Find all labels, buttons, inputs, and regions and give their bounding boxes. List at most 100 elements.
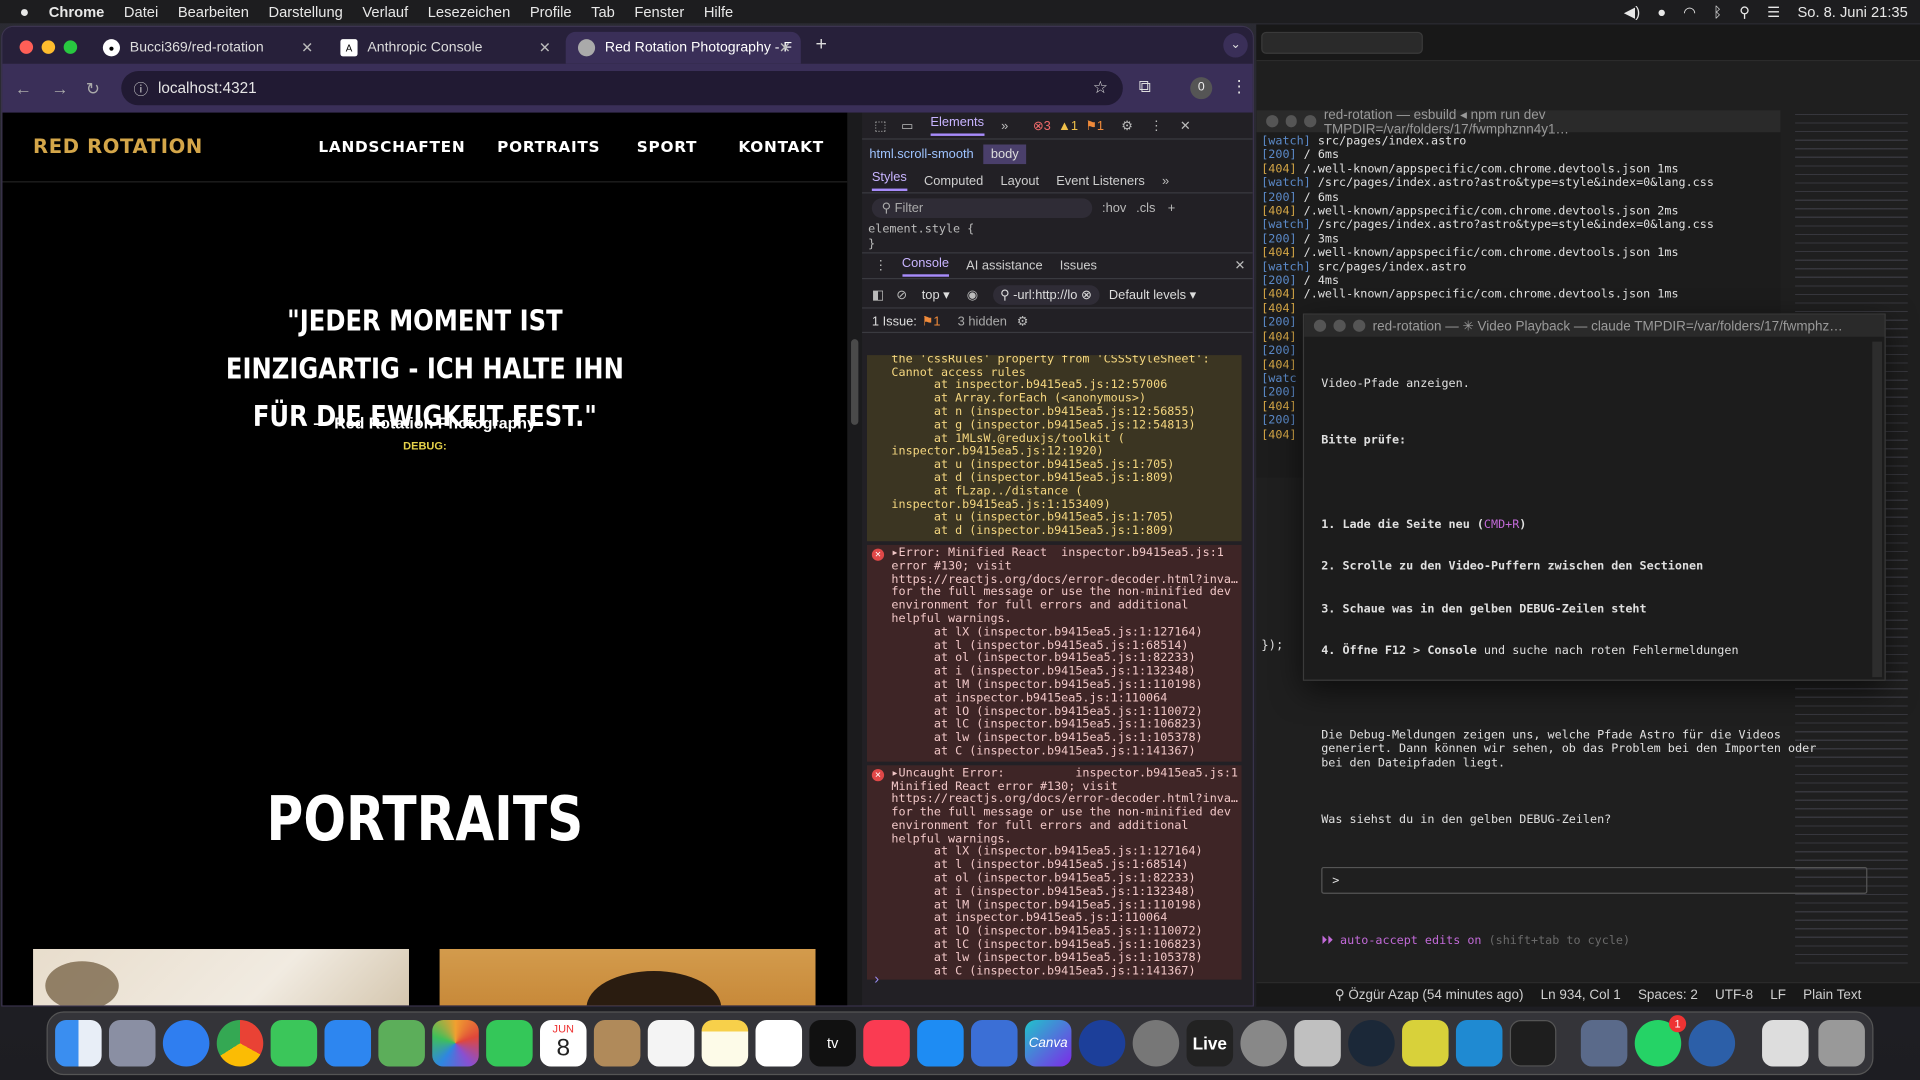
disk-utility-icon[interactable] <box>1132 1020 1180 1067</box>
hov-toggle[interactable]: :hov <box>1102 201 1126 216</box>
console-error-1[interactable]: ✕ ▸Error: Minified React inspector.b9415e… <box>866 544 1242 762</box>
photos-icon[interactable] <box>432 1020 479 1067</box>
site-info-icon[interactable]: ⓘ <box>133 78 148 99</box>
issues-label[interactable]: 1 Issue: <box>872 314 917 329</box>
claude-prompt-input[interactable]: > <box>1321 866 1868 894</box>
portrait-image-2[interactable] <box>439 948 816 1006</box>
console-prompt[interactable]: › <box>874 970 879 987</box>
context-select[interactable]: top ▾ <box>922 287 950 302</box>
user-icon[interactable]: ● <box>1657 3 1666 20</box>
bookmark-star-icon[interactable]: ☆ <box>1093 77 1108 98</box>
menu-datei[interactable]: Datei <box>124 3 158 20</box>
finder-icon[interactable] <box>55 1020 102 1067</box>
bluetooth-icon[interactable]: ᛒ <box>1713 3 1722 20</box>
menu-fenster[interactable]: Fenster <box>634 3 684 20</box>
console-settings-icon[interactable]: ⚙ <box>1017 314 1029 329</box>
new-rule-icon[interactable]: + <box>1168 201 1176 216</box>
menu-app-chrome[interactable]: Chrome <box>49 3 105 20</box>
tab-console[interactable]: Console <box>901 255 950 277</box>
settings-gear-icon[interactable]: ⚙ <box>1121 118 1133 133</box>
status-position[interactable]: Ln 934, Col 1 <box>1541 988 1621 1003</box>
menu-hilfe[interactable]: Hilfe <box>704 3 733 20</box>
console-warning[interactable]: stylesheet rules: SecurityError: Failed … <box>866 355 1242 542</box>
menubar-clock[interactable]: So. 8. Juni 21:35 <box>1797 3 1907 20</box>
tab-event-listeners[interactable]: Event Listeners <box>1056 173 1145 188</box>
more-tabs-icon[interactable]: » <box>1001 118 1008 133</box>
tab-styles[interactable]: Styles <box>871 170 907 192</box>
close-window-button[interactable] <box>19 40 34 54</box>
error-count[interactable]: ⊗3 <box>1033 118 1051 133</box>
close-drawer-icon[interactable]: ✕ <box>1235 258 1246 273</box>
nav-sport[interactable]: SPORT <box>637 137 697 155</box>
minimize-window-button[interactable] <box>41 40 56 54</box>
steam-icon[interactable] <box>1348 1020 1395 1067</box>
status-spaces[interactable]: Spaces: 2 <box>1638 988 1698 1003</box>
system-settings-icon[interactable] <box>1240 1020 1287 1067</box>
live-expression-icon[interactable]: ◉ <box>967 287 978 302</box>
issue-count[interactable]: ⚑1 <box>1085 118 1104 133</box>
tab-search-button[interactable]: ⌄ <box>1223 33 1248 58</box>
editor-search-box[interactable] <box>1261 31 1423 54</box>
cyberduck-icon[interactable] <box>1402 1020 1449 1067</box>
back-icon[interactable]: ← <box>15 78 32 98</box>
inspect-icon[interactable]: ⬚ <box>874 118 886 133</box>
maps-icon[interactable] <box>378 1020 425 1067</box>
extensions-icon[interactable]: ⧉ <box>1139 76 1151 97</box>
menu-kebab-icon[interactable]: ⋮ <box>1231 76 1248 97</box>
device-toolbar-icon[interactable]: ▭ <box>901 118 913 133</box>
profile-avatar[interactable]: 0 <box>1190 77 1213 100</box>
music-icon[interactable] <box>863 1020 910 1067</box>
sidebar-toggle-icon[interactable]: ◧ <box>872 287 884 302</box>
address-bar[interactable]: ⓘ localhost:4321 ☆ <box>121 71 1123 106</box>
itunes-icon[interactable] <box>1078 1020 1126 1067</box>
nav-kontakt[interactable]: KONTAKT <box>738 137 824 155</box>
tab-red-rotation[interactable]: Red Rotation Photography - F ✕ <box>565 31 801 64</box>
wifi-icon[interactable]: ◠ <box>1683 3 1696 20</box>
log-levels-select[interactable]: Default levels ▾ <box>1109 287 1196 302</box>
terminal-scrollbar[interactable] <box>1872 341 1883 678</box>
breadcrumb-body[interactable]: body <box>983 144 1027 165</box>
status-eol[interactable]: LF <box>1770 988 1786 1003</box>
tab-github[interactable]: ● Bucci369/red-rotation ✕ <box>91 32 324 64</box>
archive-icon[interactable] <box>1762 1020 1809 1067</box>
terminal-claude[interactable]: red-rotation — ✳ Video Playback — claude… <box>1302 313 1886 948</box>
tab-issues[interactable]: Issues <box>1060 258 1097 273</box>
tab-computed[interactable]: Computed <box>924 173 983 188</box>
tab-ai-assistance[interactable]: AI assistance <box>966 258 1042 273</box>
status-blame[interactable]: ⚲ Özgür Azap (54 minutes ago) <box>1335 987 1524 1003</box>
whatsapp-icon[interactable]: 1 <box>1634 1015 1687 1067</box>
trash-icon[interactable] <box>1818 1020 1865 1067</box>
breadcrumb-html[interactable]: html.scroll-smooth <box>869 147 973 162</box>
portrait-image-1[interactable] <box>33 948 409 1006</box>
close-tab-icon[interactable]: ✕ <box>539 39 551 56</box>
tab-layout[interactable]: Layout <box>1000 173 1039 188</box>
control-center-icon[interactable]: ☰ <box>1767 3 1780 20</box>
terminal-icon[interactable] <box>1509 1020 1557 1067</box>
close-tab-icon[interactable]: ✕ <box>779 39 791 56</box>
menu-bearbeiten[interactable]: Bearbeiten <box>178 3 249 20</box>
volume-icon[interactable]: ◀) <box>1624 3 1640 20</box>
menu-verlauf[interactable]: Verlauf <box>362 3 408 20</box>
drawer-menu-icon[interactable]: ⋮ <box>874 258 887 273</box>
forward-icon[interactable]: → <box>51 78 68 98</box>
launchpad-icon[interactable] <box>108 1020 156 1067</box>
canva-icon[interactable]: Canva <box>1024 1020 1072 1067</box>
nav-landschaften[interactable]: LANDSCHAFTEN <box>318 137 465 155</box>
preview-icon[interactable] <box>1294 1020 1341 1067</box>
close-tab-icon[interactable]: ✕ <box>301 39 313 56</box>
menu-profile[interactable]: Profile <box>530 3 572 20</box>
new-tab-button[interactable]: + <box>816 34 827 56</box>
status-language[interactable]: Plain Text <box>1803 988 1861 1003</box>
calendar-icon[interactable]: JUN 8 <box>540 1020 587 1067</box>
console-error-2[interactable]: ✕ ▸Uncaught Error: inspector.b9415ea5.js:… <box>866 764 1242 980</box>
ableton-live-icon[interactable]: Live <box>1186 1020 1234 1067</box>
cls-toggle[interactable]: .cls <box>1136 201 1155 216</box>
nav-portraits[interactable]: PORTRAITS <box>497 137 600 155</box>
zoom-window-button[interactable] <box>63 40 78 54</box>
tab-elements[interactable]: Elements <box>930 115 985 136</box>
screenshot-app-icon[interactable] <box>1580 1020 1628 1067</box>
contacts-icon[interactable] <box>593 1020 641 1067</box>
menu-lesezeichen[interactable]: Lesezeichen <box>428 3 511 20</box>
search-icon[interactable]: ⚲ <box>1739 3 1750 20</box>
apple-menu-icon[interactable]: ● <box>20 2 30 20</box>
